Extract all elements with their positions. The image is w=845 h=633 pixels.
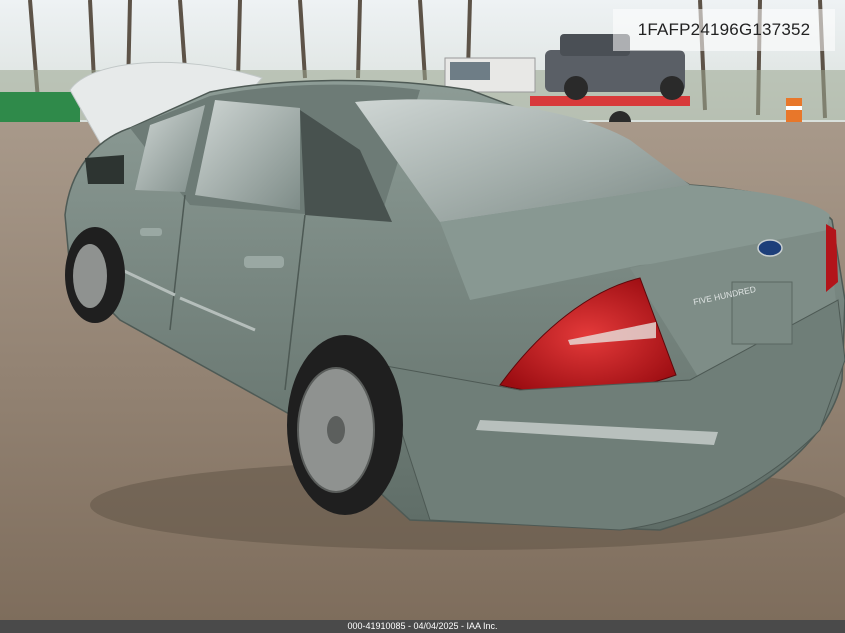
footer-caption: 000-41910085 - 04/04/2025 - IAA Inc.	[0, 620, 845, 633]
traffic-barrel	[786, 98, 802, 122]
front-wheel	[65, 227, 125, 323]
rear-door-handle	[140, 228, 162, 236]
vehicle-photo: FIVE HUNDRED 1FAFP24196G137352 000-41910…	[0, 0, 845, 633]
side-mirror	[85, 155, 124, 184]
vin-badge: 1FAFP24196G137352	[613, 9, 835, 51]
rear-wheel	[287, 335, 403, 515]
front-door-handle	[244, 256, 284, 268]
photo-illustration: FIVE HUNDRED	[0, 0, 845, 633]
ford-emblem	[757, 239, 783, 257]
